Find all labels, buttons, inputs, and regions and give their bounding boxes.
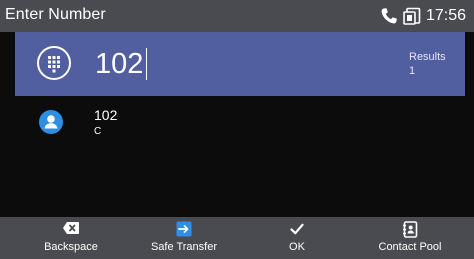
dialpad-icon (48, 56, 60, 73)
status-indicators: 17:56 (379, 4, 466, 28)
phone-screen-icon (403, 7, 421, 25)
number-entry-row: 102 Results 1 (15, 32, 465, 96)
screen-title: Enter Number (5, 6, 106, 23)
person-avatar-icon (39, 110, 63, 134)
status-bar: Enter Number 17:56 (0, 0, 474, 32)
contact-subtitle: C (94, 126, 102, 137)
text-caret (146, 48, 148, 80)
phone-icon (381, 8, 397, 24)
number-input[interactable]: 102 (95, 47, 148, 81)
results-label: Results (409, 51, 446, 63)
softkey-label: Backspace (44, 241, 98, 253)
contact-results-list: 102 C (15, 96, 465, 216)
number-input-value: 102 (95, 48, 144, 80)
list-item[interactable]: 102 C (15, 96, 465, 146)
backspace-icon (62, 221, 80, 240)
softkey-bar: Backspace Safe Transfer OK Contact Pool (0, 217, 474, 259)
checkmark-icon (289, 221, 305, 242)
softkey-label: Contact Pool (378, 241, 442, 253)
softkey-label: OK (289, 241, 305, 253)
softkey-label: Safe Transfer (150, 241, 218, 253)
safe-transfer-softkey[interactable]: Safe Transfer (140, 217, 228, 259)
backspace-softkey[interactable]: Backspace (28, 217, 114, 259)
results-count: 1 (409, 65, 416, 77)
transfer-icon (176, 221, 192, 242)
contact-pool-softkey[interactable]: Contact Pool (366, 217, 454, 259)
contact-name: 102 (94, 107, 118, 123)
contact-book-icon (402, 221, 418, 243)
ok-softkey[interactable]: OK (257, 217, 337, 259)
dialpad-button[interactable] (37, 46, 71, 80)
phone-screen: Enter Number 17:56 102 Results 1 102 C B… (0, 0, 474, 259)
clock: 17:56 (425, 7, 466, 24)
